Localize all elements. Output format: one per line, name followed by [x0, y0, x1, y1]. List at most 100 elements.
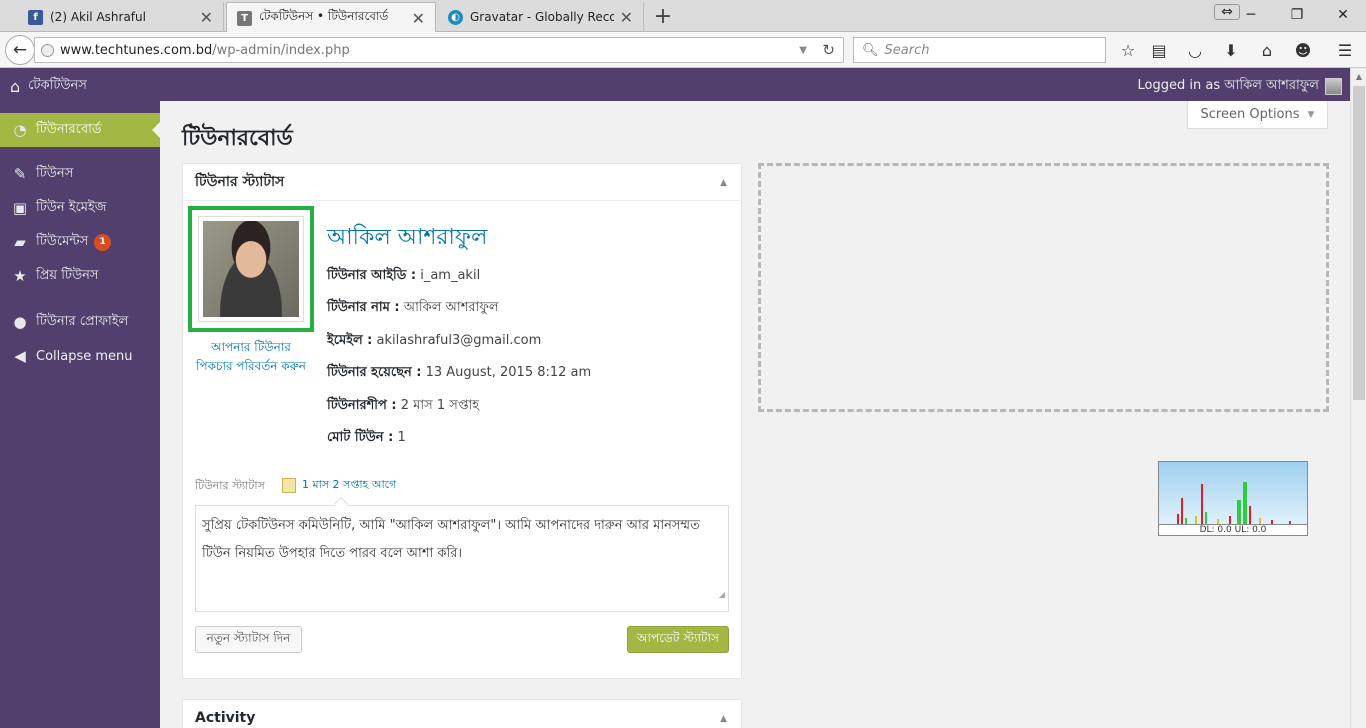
tab-list-icon[interactable]: ⇔ — [1214, 4, 1240, 20]
sidebar-item-profile[interactable]: ● টিউনার প্রোফাইল — [0, 305, 160, 339]
sidebar-item-label: টিউন ইমেইজ — [36, 199, 107, 215]
status-time[interactable]: 1 মাস 2 সপ্তাহ আগে — [282, 476, 396, 495]
activity-box: Activity ▲ — [182, 699, 742, 728]
dashboard-icon: ◔ — [13, 121, 27, 139]
sidebar-item-label: টিউনারবোর্ড — [36, 121, 102, 137]
search-icon: 🔍︎ — [862, 42, 879, 58]
star-icon: ★ — [13, 267, 27, 285]
globe-icon — [41, 43, 54, 57]
reading-list-icon[interactable]: ▤ — [1148, 40, 1170, 60]
tab-facebook[interactable]: f (2) Akil Ashraful ✕ — [18, 2, 224, 32]
search-placeholder: Search — [884, 42, 930, 58]
field-label: টিউনারশীপ : — [327, 398, 397, 413]
restore-icon[interactable]: ❐ — [1284, 4, 1310, 26]
network-monitor-widget: DL: 0.0 UL: 0.0 — [1158, 461, 1308, 536]
search-input[interactable]: 🔍︎ Search — [853, 37, 1106, 63]
status-label: টিউনার স্ট্যাটাস — [195, 479, 265, 492]
sidebar-item-comments[interactable]: ▰ টিউমেন্টস 1 — [0, 225, 160, 259]
profile-name[interactable]: আকিল আশরাফুল — [327, 220, 487, 257]
browser-nav-bar: ← www.techtunes.com.bd/wp-admin/index.ph… — [0, 32, 1366, 68]
postbox-title[interactable]: টিউনার স্ট্যাটাস — [183, 164, 741, 201]
new-status-button[interactable]: নতুন স্ট্যাটাস দিন — [195, 626, 302, 653]
user-icon: ● — [13, 313, 27, 331]
note-icon — [282, 478, 296, 493]
sidebar-item-label: প্রিয় টিউনস — [36, 267, 99, 283]
hello-icon[interactable]: ☻ — [1292, 40, 1314, 60]
home-icon[interactable]: ⌂ — [1256, 40, 1278, 60]
close-tab-icon[interactable]: ✕ — [412, 9, 425, 28]
field-value: 13 August, 2015 8:12 am — [425, 365, 592, 380]
sidebar-item-tunes[interactable]: ✎ টিউনস — [0, 157, 160, 191]
history-dropdown-icon[interactable]: ▼ — [799, 45, 807, 56]
avatar — [198, 216, 304, 322]
media-icon: ▣ — [12, 199, 28, 217]
field-email: ইমেইল : akilashraful3@gmail.com — [327, 331, 541, 352]
bookmark-star-icon[interactable]: ☆ — [1117, 40, 1139, 60]
page-title: টিউনারবোর্ড — [182, 126, 293, 151]
field-value: 1 — [397, 430, 406, 445]
field-tuner-id: টিউনার আইডি : i_am_akil — [327, 266, 480, 287]
comment-icon: ▰ — [14, 233, 26, 251]
page-scrollbar[interactable]: ▲ — [1350, 68, 1366, 728]
sidebar-item-tune-image[interactable]: ▣ টিউন ইমেইজ — [0, 191, 160, 225]
site-name: টেকটিউনস — [28, 78, 87, 93]
logged-in-text: Logged in as আকিল আশরাফুল — [1137, 78, 1319, 93]
screen-options-label: Screen Options — [1200, 107, 1300, 122]
empty-widget-dropzone[interactable] — [758, 163, 1329, 412]
site-home-link[interactable]: ⌂ টেকটিউনস — [10, 76, 87, 97]
field-tunership: টিউনারশীপ : 2 মাস 1 সপ্তাহ — [327, 396, 479, 417]
postbox-title[interactable]: Activity — [183, 700, 741, 728]
field-label: টিউনার আইডি : — [327, 268, 417, 283]
network-graph — [1159, 462, 1307, 524]
comment-count-badge: 1 — [94, 233, 112, 251]
tab-title: টেকটিউনস • টিউনারবোর্ড — [259, 9, 389, 23]
home-icon: ⌂ — [10, 77, 21, 96]
status-time-text: 1 মাস 2 সপ্তাহ আগে — [302, 478, 397, 491]
status-textarea[interactable]: সুপ্রিয় টেকটিউনস কমিউনিটি, আমি "আকিল আশ… — [195, 505, 729, 612]
collapse-menu-button[interactable]: ◀ Collapse menu — [0, 339, 160, 373]
collapse-icon: ◀ — [14, 347, 26, 365]
pocket-icon[interactable]: ◡ — [1184, 40, 1206, 60]
minimize-icon[interactable]: ─ — [1238, 4, 1264, 26]
sidebar-item-label: টিউনার প্রোফাইল — [36, 313, 129, 329]
scroll-thumb[interactable] — [1353, 86, 1365, 400]
back-arrow-icon: ← — [12, 40, 28, 60]
change-picture-link[interactable]: আপনার টিউনার পিকচার পরিবর্তন করুন — [193, 338, 309, 376]
avatar-frame[interactable] — [188, 206, 314, 332]
pin-icon: ✎ — [13, 165, 27, 183]
scroll-up-icon[interactable]: ▲ — [1351, 68, 1366, 84]
tab-techtunes[interactable]: T টেকটিউনস • টিউনারবোর্ড ✕ — [226, 2, 436, 33]
screen-options-button[interactable]: Screen Options ▼ — [1187, 101, 1328, 129]
sidebar-item-favorite-tunes[interactable]: ★ প্রিয় টিউনস — [0, 259, 160, 293]
url-path: /wp-admin/index.php — [212, 42, 350, 58]
download-icon[interactable]: ⬇ — [1220, 40, 1242, 60]
sidebar-item-dashboard[interactable]: ◔ টিউনারবোর্ড — [0, 113, 160, 147]
new-tab-button[interactable]: + — [652, 4, 674, 29]
mini-avatar — [1325, 78, 1342, 95]
tab-title: Gravatar - Globally Recog... — [470, 10, 614, 24]
back-button[interactable]: ← — [5, 35, 35, 65]
field-label: টিউনার নাম : — [327, 300, 400, 315]
resize-grip-icon[interactable]: ◢ — [719, 581, 725, 609]
menu-icon[interactable]: ☰ — [1334, 40, 1356, 60]
status-text: সুপ্রিয় টেকটিউনস কমিউনিটি, আমি "আকিল আশ… — [202, 518, 700, 561]
close-tab-icon[interactable]: ✕ — [620, 8, 633, 27]
sidebar-item-label: টিউনস — [36, 165, 74, 181]
field-tuner-name: টিউনার নাম : আকিল আশরাফুল — [327, 298, 499, 319]
collapse-box-icon[interactable]: ▲ — [720, 178, 727, 188]
field-joined: টিউনার হয়েছেন : 13 August, 2015 8:12 am — [327, 363, 591, 384]
tab-gravatar[interactable]: ◐ Gravatar - Globally Recog... ✕ — [438, 2, 644, 32]
browser-tab-strip: f (2) Akil Ashraful ✕ T টেকটিউনস • টিউনা… — [0, 0, 1366, 33]
field-value: i_am_akil — [420, 268, 481, 283]
reload-icon[interactable]: ↻ — [822, 41, 835, 59]
close-window-icon[interactable]: ✕ — [1330, 4, 1356, 26]
url-bar[interactable]: www.techtunes.com.bd/wp-admin/index.php … — [34, 37, 844, 63]
update-status-button[interactable]: আপডেট স্ট্যাটাস — [627, 626, 729, 653]
user-account-menu[interactable]: Logged in as আকিল আশরাফুল — [1138, 76, 1342, 97]
collapse-box-icon[interactable]: ▲ — [720, 714, 727, 724]
field-value: আকিল আশরাফুল — [403, 300, 499, 315]
tab-title: (2) Akil Ashraful — [50, 10, 146, 24]
admin-sidebar: ◔ টিউনারবোর্ড ✎ টিউনস ▣ টিউন ইমেইজ ▰ টিউ… — [0, 101, 160, 728]
field-total-tunes: মোট টিউন : 1 — [327, 428, 406, 449]
close-tab-icon[interactable]: ✕ — [200, 8, 213, 27]
